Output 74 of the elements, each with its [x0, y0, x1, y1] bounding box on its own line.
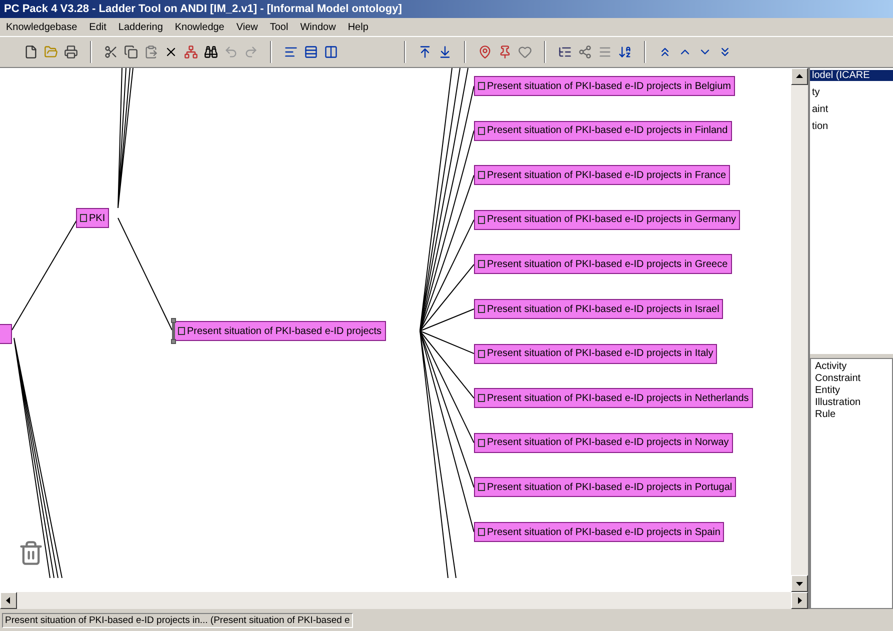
node-icon: [478, 528, 485, 536]
status-text: Present situation of PKI-based e-ID projects in... (Present situation of PKI-based e: [2, 612, 353, 628]
selection-handle[interactable]: [171, 318, 176, 323]
ladder-node[interactable]: Present situation of PKI-based e-ID projects in Italy: [474, 344, 718, 364]
columns-icon[interactable]: [324, 45, 338, 59]
pin-icon[interactable]: [498, 45, 512, 59]
menu-item[interactable]: View: [236, 22, 258, 32]
menu-item[interactable]: Edit: [89, 22, 106, 32]
node-icon: [478, 216, 485, 224]
menu-item[interactable]: Tool: [270, 22, 288, 32]
ladder-node[interactable]: Present situation of PKI-based e-ID projects in Spain: [474, 522, 724, 542]
vertical-scrollbar[interactable]: [791, 68, 808, 592]
find-icon[interactable]: [204, 45, 218, 59]
list-item[interactable]: Constraint: [815, 373, 888, 385]
pin-icon[interactable]: [478, 45, 492, 59]
align-icon[interactable]: [284, 45, 298, 59]
ladder-node[interactable]: Present situation of PKI-based e-ID projects in Germany: [474, 210, 740, 230]
sort-icon[interactable]: [618, 45, 632, 59]
delete-icon[interactable]: [164, 45, 178, 59]
ladder-node[interactable]: PKI: [76, 208, 110, 228]
node-icon: [478, 171, 485, 180]
menu-item[interactable]: Help: [348, 22, 368, 32]
horizontal-scrollbar[interactable]: [0, 592, 808, 609]
trash-icon[interactable]: [18, 540, 44, 566]
node-icon: [478, 394, 485, 402]
heart-icon[interactable]: [518, 45, 532, 59]
right-arrow-icon: [796, 597, 803, 604]
list-item[interactable]: Entity: [815, 385, 888, 397]
tree-item[interactable]: aint: [810, 104, 893, 115]
node-icon: [478, 350, 485, 358]
move-down-icon[interactable]: [438, 45, 452, 59]
selection-handle[interactable]: [171, 339, 176, 344]
node-icon: [178, 327, 185, 335]
tree-item[interactable]: lodel (ICARE: [810, 70, 893, 81]
node-icon: [478, 483, 485, 492]
up-arrow-icon: [796, 73, 803, 80]
menu-item[interactable]: Knowledge: [174, 22, 224, 32]
menu-item[interactable]: Knowledgebase: [6, 22, 78, 32]
ladder-node[interactable]: Present situation of PKI-based e-ID projects in Netherlands: [474, 388, 753, 408]
menu-item[interactable]: Laddering: [118, 22, 163, 32]
ladder-node[interactable]: Present situation of PKI-based e-ID projects in Portugal: [474, 477, 736, 498]
down-arrow-icon: [796, 580, 803, 587]
new-file-icon[interactable]: [24, 45, 38, 59]
node-icon: [478, 260, 485, 268]
ladder-node[interactable]: Present situation of PKI-based e-ID projects in Belgium: [474, 76, 736, 96]
tree-item[interactable]: tion: [810, 121, 893, 132]
paste-icon[interactable]: [144, 45, 158, 59]
print-icon[interactable]: [64, 45, 78, 59]
list-item[interactable]: Illustration: [815, 397, 888, 409]
node-icon: [80, 214, 87, 222]
ladder-node[interactable]: [0, 324, 12, 344]
window-title: PC Pack 4 V3.28 - Ladder Tool on ANDI [IM_2.v1] - [Informal Model ontology]: [0, 0, 893, 18]
left-arrow-icon: [5, 597, 12, 604]
ladder-node[interactable]: Present situation of PKI-based e-ID projects in France: [474, 165, 730, 186]
ladder-node[interactable]: Present situation of PKI-based e-ID projects in Norway: [474, 432, 733, 453]
node-icon: [478, 438, 485, 447]
menu-item[interactable]: Window: [300, 22, 336, 32]
move-up-icon[interactable]: [418, 45, 432, 59]
node-icon: [478, 126, 485, 135]
branch-icon[interactable]: [578, 45, 592, 59]
ladder-node[interactable]: Present situation of PKI-based e-ID projects in Israel: [474, 299, 724, 319]
ladder-node[interactable]: Present situation of PKI-based e-ID projects in Finland: [474, 120, 732, 141]
node-icon: [478, 82, 485, 90]
node-icon: [478, 305, 485, 313]
list-item[interactable]: Rule: [815, 409, 888, 421]
tree-icon[interactable]: [184, 45, 198, 59]
ladder-node[interactable]: Present situation of PKI-based e-ID projects: [172, 321, 386, 341]
copy-icon[interactable]: [124, 45, 138, 59]
rows-icon[interactable]: [304, 45, 318, 59]
outline-icon[interactable]: [558, 45, 572, 59]
ladder-node[interactable]: Present situation of PKI-based e-ID projects in Greece: [474, 254, 732, 274]
tree-item[interactable]: ty: [810, 87, 893, 98]
list-item[interactable]: Activity: [815, 361, 888, 373]
cut-icon[interactable]: [104, 45, 118, 59]
